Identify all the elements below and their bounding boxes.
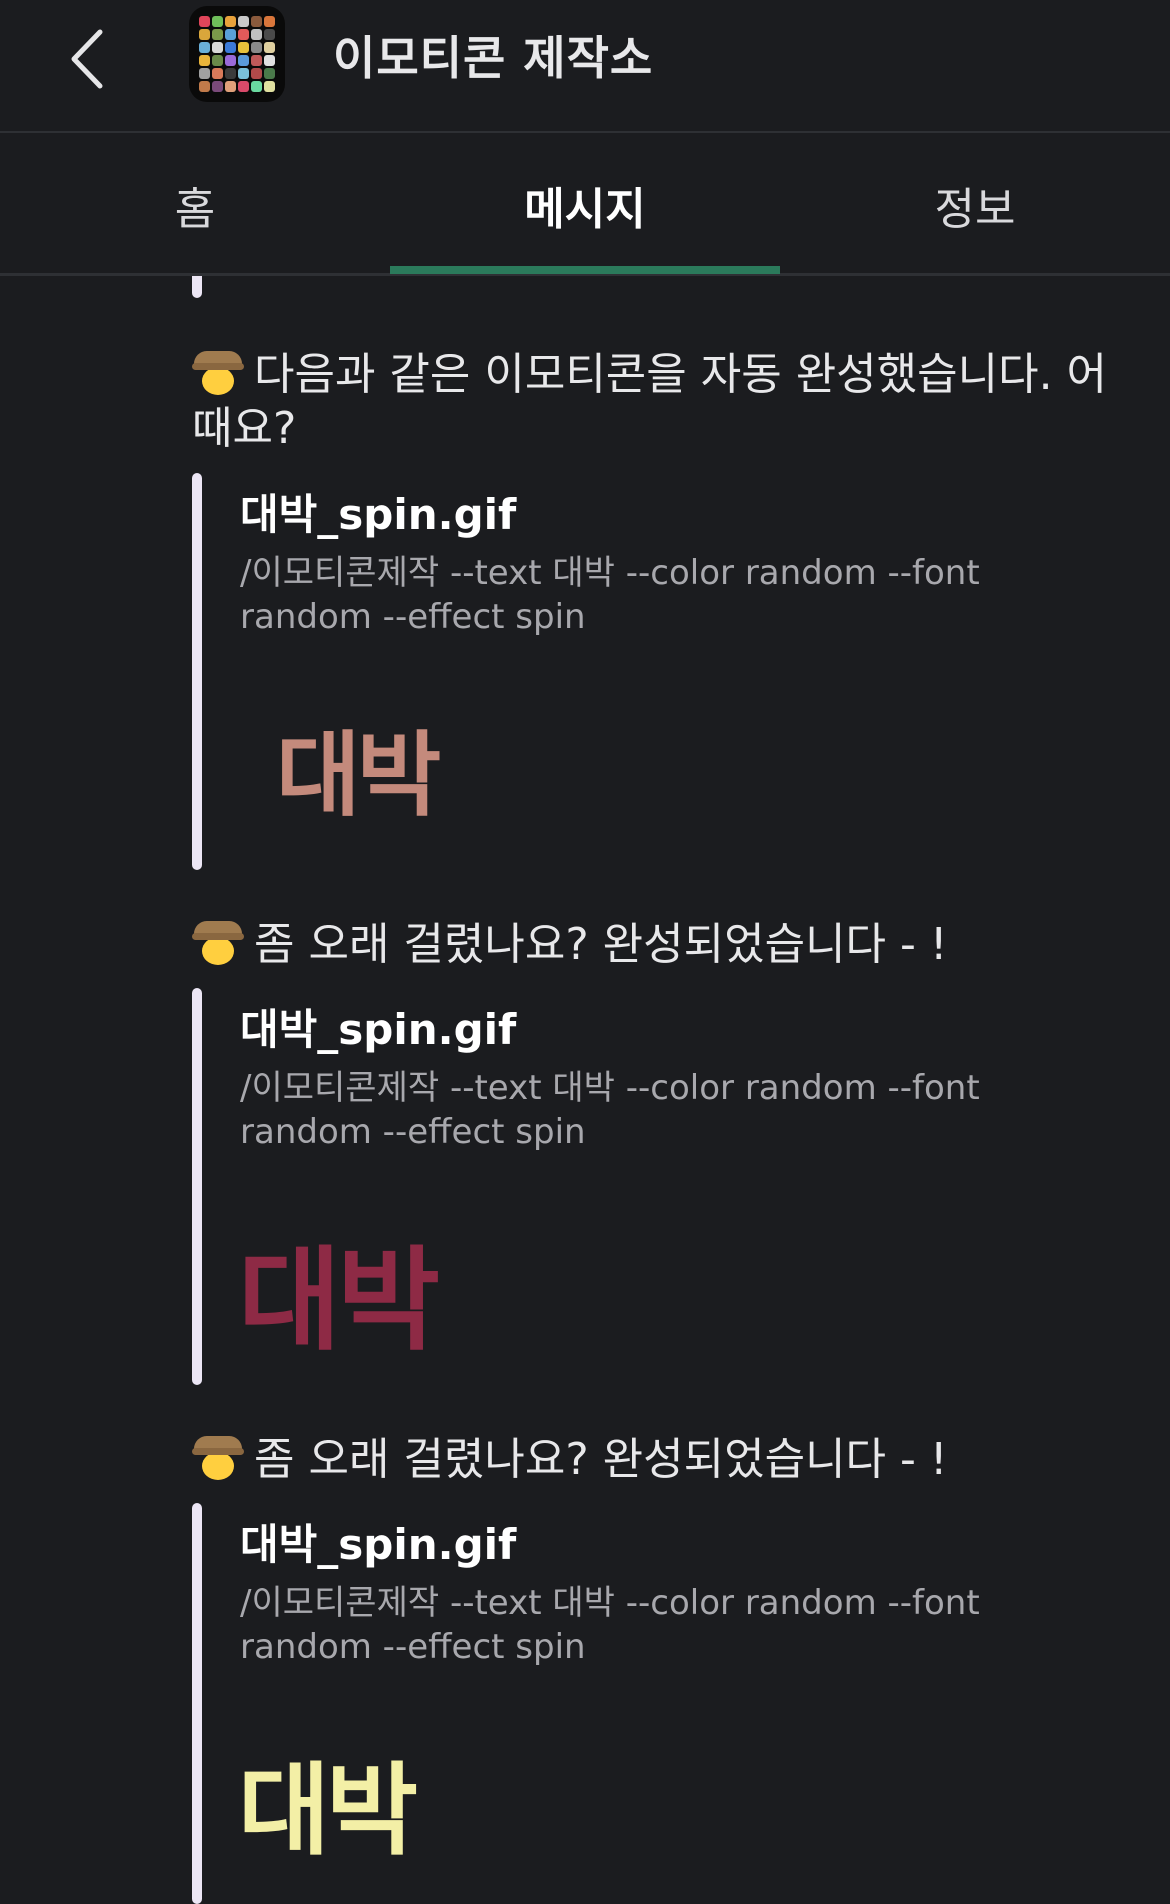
cowboy-face-icon	[192, 921, 244, 965]
message-text: 좀 오래 걸렸나요? 완성되었습니다 - !	[192, 1433, 1112, 1487]
attachment-bar	[192, 1503, 202, 1904]
header-bar: 이모티콘 제작소	[0, 0, 1170, 133]
attachment-command: /이모티콘제작 --text 대박 --color random --font …	[240, 553, 980, 637]
channel-title: 이모티콘 제작소	[333, 31, 654, 85]
attachment-file-name[interactable]: 대박_spin.gif	[240, 481, 516, 542]
attachment-file-name[interactable]: 대박_spin.gif	[240, 1511, 516, 1572]
message-text: 다음과 같은 이모티콘을 자동 완성했습니다. 어때요?	[192, 349, 1108, 454]
attachment-command: /이모티콘제작 --text 대박 --color random --font …	[240, 1583, 980, 1667]
attachment-bar	[192, 988, 202, 1385]
tab-info[interactable]: 정보	[780, 173, 1170, 237]
gif-preview[interactable]: 대박	[238, 1210, 440, 1372]
tab-messages[interactable]: 메시지	[390, 173, 780, 237]
attachment-command: /이모티콘제작 --text 대박 --color random --font …	[240, 1068, 980, 1152]
attachment-card[interactable]: 대박_spin.gif /이모티콘제작 --text 대박 --color ra…	[192, 988, 1092, 1385]
attachment-bar	[192, 276, 202, 298]
attachment-card[interactable]: 대박_spin.gif /이모티콘제작 --text 대박 --color ra…	[192, 473, 1092, 870]
chevron-left-icon	[71, 29, 103, 89]
tab-home[interactable]: 홈	[0, 173, 390, 237]
message-text: 좀 오래 걸렸나요? 완성되었습니다 - !	[192, 918, 1112, 972]
emoji-grid-icon	[199, 16, 275, 92]
cowboy-face-icon	[192, 351, 244, 395]
attachment-file-name[interactable]: 대박_spin.gif	[240, 996, 516, 1057]
attachment-card[interactable]: 대박_spin.gif /이모티콘제작 --text 대박 --color ra…	[192, 1503, 1092, 1904]
app-avatar[interactable]	[189, 6, 285, 102]
active-tab-indicator	[390, 266, 780, 274]
cowboy-face-icon	[192, 1436, 244, 1480]
tab-bar: 홈 메시지 정보	[0, 133, 1170, 276]
back-button[interactable]	[62, 24, 122, 94]
gif-preview[interactable]: 대박	[238, 1729, 418, 1874]
gif-preview[interactable]: 대박	[276, 701, 441, 834]
attachment-bar	[192, 473, 202, 870]
